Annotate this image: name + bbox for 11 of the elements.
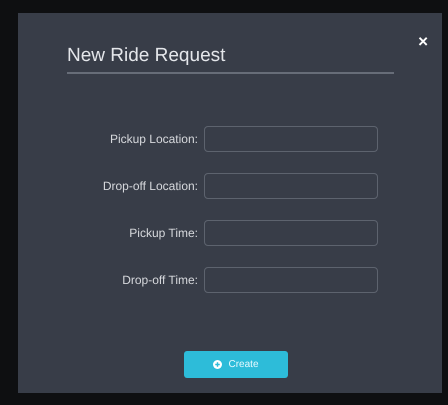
input-field[interactable] bbox=[204, 267, 378, 293]
dialog-title: New Ride Request bbox=[67, 45, 394, 74]
field-label: Pickup Time: bbox=[128, 226, 198, 240]
input-field[interactable] bbox=[204, 126, 378, 152]
field-label: Drop-off Location: bbox=[102, 179, 198, 193]
plus-circle-icon bbox=[213, 360, 222, 369]
input-field[interactable] bbox=[204, 220, 378, 246]
field-label: Drop-off Time: bbox=[121, 273, 198, 287]
field-label: Pickup Location: bbox=[108, 132, 198, 146]
input-field[interactable] bbox=[204, 173, 378, 199]
close-button[interactable]: × bbox=[418, 33, 428, 50]
